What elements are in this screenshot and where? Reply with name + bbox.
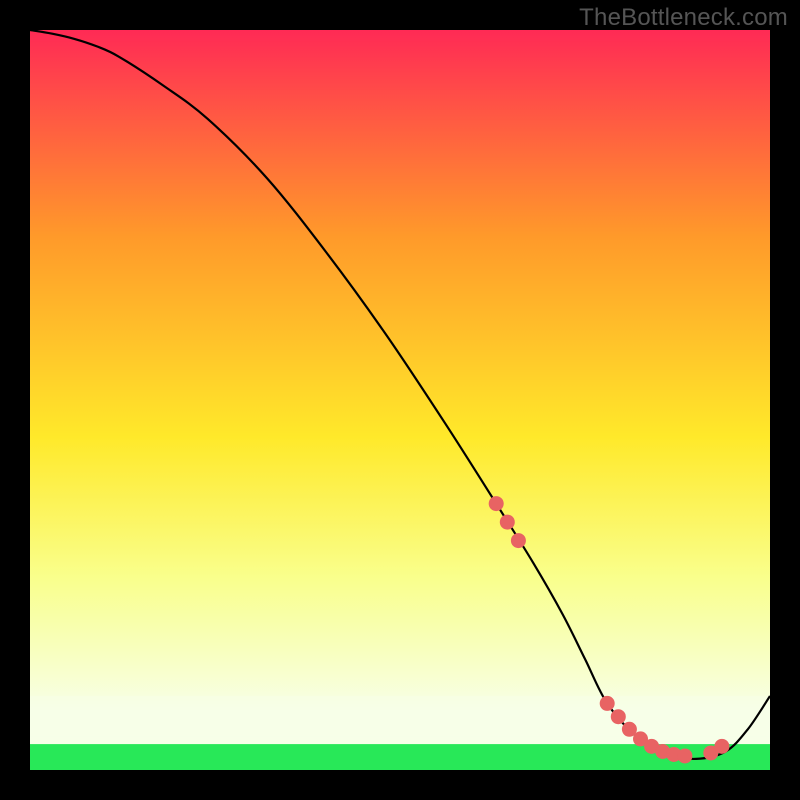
highlight-dot — [489, 496, 504, 511]
chart-frame: { "watermark": "TheBottleneck.com", "col… — [0, 0, 800, 800]
highlight-dot — [600, 696, 615, 711]
highlight-dot — [611, 709, 626, 724]
highlight-dot — [511, 533, 526, 548]
pale-band — [30, 696, 770, 737]
watermark-text: TheBottleneck.com — [579, 4, 788, 32]
bottleneck-chart — [0, 0, 800, 800]
highlight-dot — [677, 748, 692, 763]
gradient-plot-area — [30, 30, 770, 770]
highlight-dot — [500, 515, 515, 530]
highlight-dot — [714, 739, 729, 754]
